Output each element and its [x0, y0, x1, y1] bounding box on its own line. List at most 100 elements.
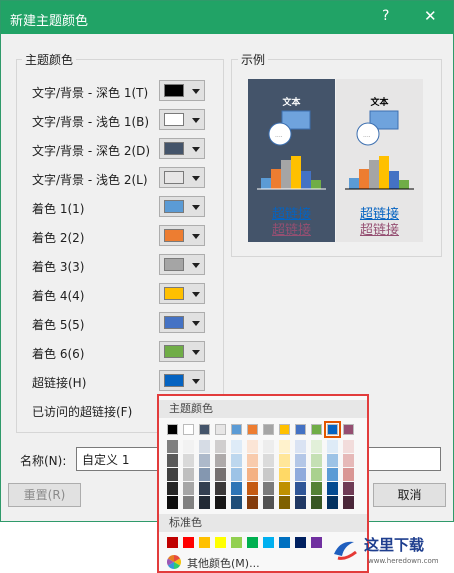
shade-swatch[interactable] [247, 496, 258, 509]
shade-swatch[interactable] [247, 468, 258, 481]
shade-swatch[interactable] [295, 440, 306, 453]
shade-swatch[interactable] [199, 468, 210, 481]
shade-swatch[interactable] [263, 454, 274, 467]
theme-color-swatch[interactable] [199, 424, 210, 435]
shade-swatch[interactable] [215, 440, 226, 453]
shade-swatch[interactable] [279, 482, 290, 495]
standard-color-swatch[interactable] [167, 537, 178, 548]
shade-swatch[interactable] [231, 454, 242, 467]
standard-color-swatch[interactable] [311, 537, 322, 548]
theme-color-swatch[interactable] [183, 424, 194, 435]
shade-swatch[interactable] [183, 454, 194, 467]
shade-swatch[interactable] [311, 454, 322, 467]
standard-color-swatch[interactable] [247, 537, 258, 548]
shade-swatch[interactable] [247, 454, 258, 467]
cancel-button[interactable]: 取消 [373, 483, 446, 507]
theme-color-swatch[interactable] [311, 424, 322, 435]
shade-swatch[interactable] [199, 440, 210, 453]
shade-swatch[interactable] [279, 468, 290, 481]
shade-swatch[interactable] [167, 454, 178, 467]
shade-swatch[interactable] [263, 482, 274, 495]
standard-color-swatch[interactable] [295, 537, 306, 548]
color-dropdown-button[interactable] [159, 312, 205, 333]
shade-swatch[interactable] [295, 454, 306, 467]
shade-swatch[interactable] [327, 482, 338, 495]
shade-swatch[interactable] [215, 496, 226, 509]
shade-swatch[interactable] [295, 468, 306, 481]
standard-color-swatch[interactable] [263, 537, 274, 548]
shade-swatch[interactable] [199, 454, 210, 467]
standard-color-swatch[interactable] [199, 537, 210, 548]
close-button[interactable]: ✕ [424, 7, 437, 25]
shade-swatch[interactable] [231, 496, 242, 509]
shade-swatch[interactable] [183, 496, 194, 509]
color-dropdown-button[interactable] [159, 138, 205, 159]
color-dropdown-button[interactable] [159, 196, 205, 217]
shade-swatch[interactable] [183, 468, 194, 481]
standard-color-swatch[interactable] [215, 537, 226, 548]
shade-swatch[interactable] [247, 482, 258, 495]
shade-swatch[interactable] [343, 496, 354, 509]
shade-swatch[interactable] [311, 482, 322, 495]
shade-swatch[interactable] [199, 496, 210, 509]
reset-button[interactable]: 重置(R) [8, 483, 81, 507]
theme-color-swatch[interactable] [167, 424, 178, 435]
color-dropdown-button[interactable] [159, 254, 205, 275]
shade-swatch[interactable] [183, 482, 194, 495]
light-preview-visited-link: 超链接 [359, 223, 399, 238]
theme-color-row-label: 着色 6(6) [32, 347, 85, 361]
shade-swatch[interactable] [183, 440, 194, 453]
shade-swatch[interactable] [311, 496, 322, 509]
shade-swatch[interactable] [343, 454, 354, 467]
color-dropdown-button[interactable] [159, 80, 205, 101]
theme-color-swatch[interactable] [247, 424, 258, 435]
theme-color-swatch[interactable] [279, 424, 290, 435]
color-dropdown-button[interactable] [159, 225, 205, 246]
shade-swatch[interactable] [343, 482, 354, 495]
shade-swatch[interactable] [247, 440, 258, 453]
standard-color-swatch[interactable] [279, 537, 290, 548]
shade-swatch[interactable] [295, 482, 306, 495]
shade-swatch[interactable] [327, 454, 338, 467]
shade-swatch[interactable] [327, 496, 338, 509]
color-dropdown-button[interactable] [159, 109, 205, 130]
help-button[interactable]: ? [382, 8, 389, 24]
shade-swatch[interactable] [279, 440, 290, 453]
shade-swatch[interactable] [295, 496, 306, 509]
theme-color-swatch[interactable] [295, 424, 306, 435]
theme-color-swatch[interactable] [215, 424, 226, 435]
standard-color-swatch[interactable] [183, 537, 194, 548]
shade-swatch[interactable] [231, 482, 242, 495]
shade-swatch[interactable] [263, 468, 274, 481]
theme-color-row-label: 文字/背景 - 深色 2(D) [32, 144, 151, 158]
shade-swatch[interactable] [199, 482, 210, 495]
shade-swatch[interactable] [231, 440, 242, 453]
shade-swatch[interactable] [343, 440, 354, 453]
theme-color-swatch[interactable] [324, 421, 341, 438]
shade-swatch[interactable] [311, 440, 322, 453]
shade-swatch[interactable] [167, 468, 178, 481]
color-dropdown-button[interactable] [159, 283, 205, 304]
shade-swatch[interactable] [167, 440, 178, 453]
shade-swatch[interactable] [327, 440, 338, 453]
color-dropdown-button[interactable] [159, 370, 205, 391]
standard-color-swatch[interactable] [231, 537, 242, 548]
shade-swatch[interactable] [215, 482, 226, 495]
theme-color-swatch[interactable] [263, 424, 274, 435]
shade-swatch[interactable] [311, 468, 322, 481]
shade-swatch[interactable] [279, 496, 290, 509]
shade-swatch[interactable] [343, 468, 354, 481]
shade-swatch[interactable] [263, 440, 274, 453]
shade-swatch[interactable] [279, 454, 290, 467]
shade-swatch[interactable] [167, 496, 178, 509]
shade-swatch[interactable] [215, 454, 226, 467]
shade-swatch[interactable] [215, 468, 226, 481]
color-dropdown-button[interactable] [159, 341, 205, 362]
color-dropdown-button[interactable] [159, 167, 205, 188]
shade-swatch[interactable] [167, 482, 178, 495]
theme-color-swatch[interactable] [231, 424, 242, 435]
shade-swatch[interactable] [231, 468, 242, 481]
theme-color-swatch[interactable] [343, 424, 354, 435]
shade-swatch[interactable] [327, 468, 338, 481]
shade-swatch[interactable] [263, 496, 274, 509]
